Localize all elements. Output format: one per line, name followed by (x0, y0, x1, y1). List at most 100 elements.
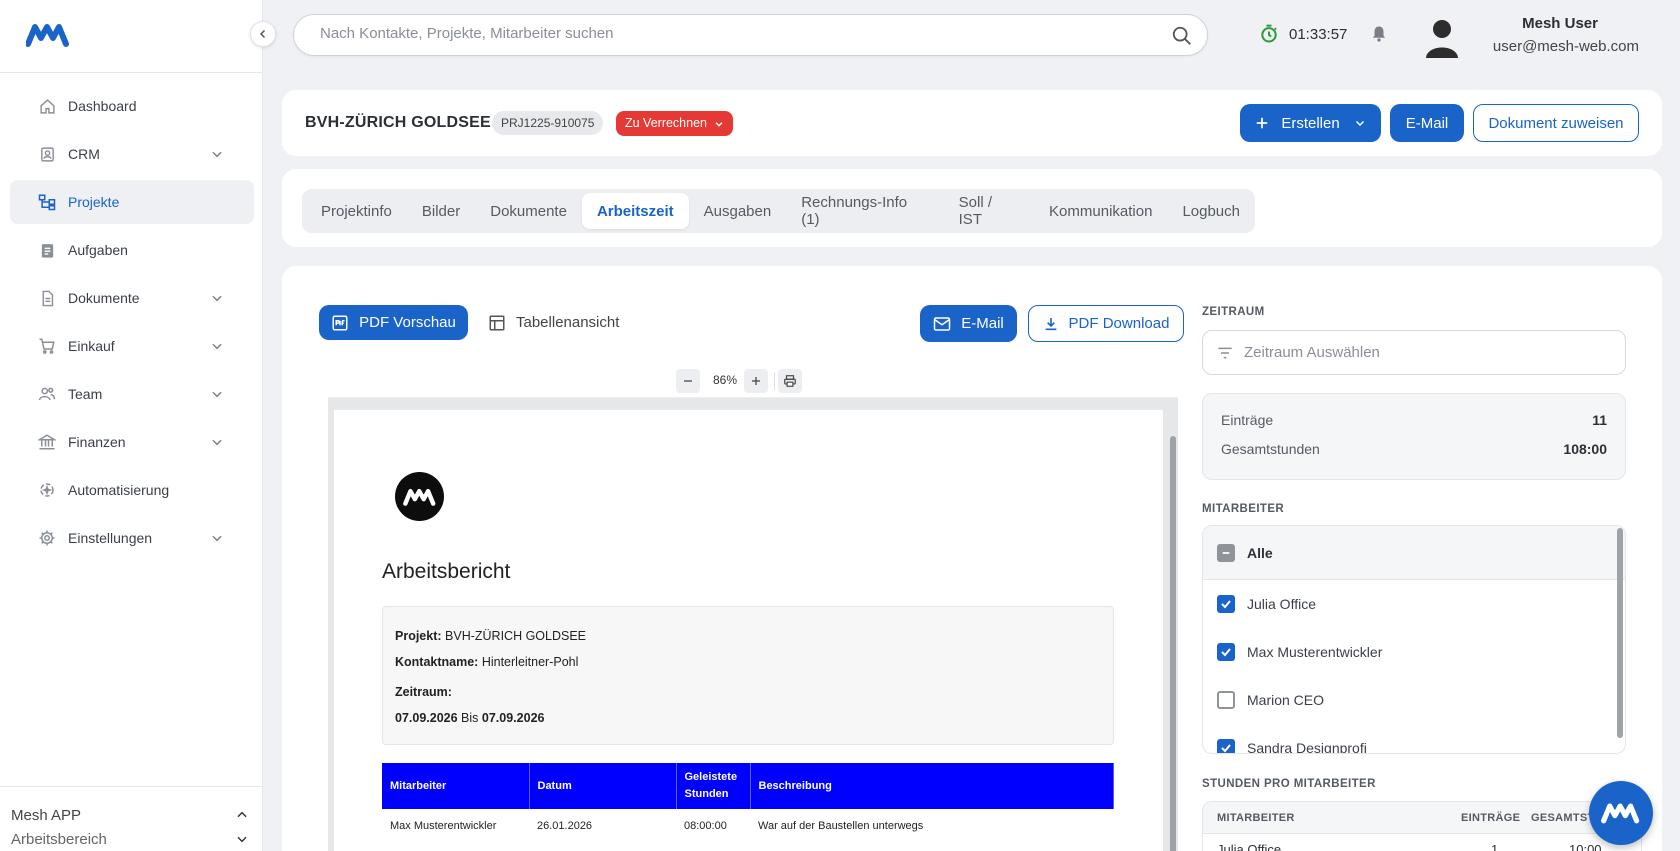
chevron-down-icon[interactable] (210, 531, 224, 545)
workspace-row[interactable]: Arbeitsbereich (11, 827, 263, 851)
table-row: Julia Office 1 10:00 (1203, 834, 1641, 851)
sidebar-item-dashboard[interactable]: Dashboard (10, 84, 254, 128)
create-button[interactable]: Erstellen (1240, 104, 1381, 142)
spm-col-mitarbeiter: MITARBEITER (1217, 811, 1295, 824)
sidebar-item-projekte[interactable]: Projekte (10, 180, 254, 224)
notification-bell-icon[interactable] (1370, 24, 1388, 44)
user-name[interactable]: Mesh User (1522, 15, 1598, 32)
chevron-down-icon[interactable] (210, 147, 224, 161)
hours-value: 108:00 (1563, 441, 1607, 457)
user-email[interactable]: user@mesh-web.com (1493, 38, 1639, 55)
tab-dokumente[interactable]: Dokumente (475, 193, 582, 229)
table-view-toggle[interactable]: Tabellenansicht (488, 305, 619, 340)
time-tracker[interactable]: 01:33:57 (1259, 24, 1347, 44)
sidebar-item-label: Team (68, 386, 103, 402)
tab-rechnungs-info[interactable]: Rechnungs-Info (1) (786, 193, 943, 229)
sidebar-item-label: CRM (68, 146, 100, 162)
table-row: Max Musterentwickler 26.01.2026 08:00:00… (382, 809, 1114, 843)
mitarbeiter-label: MITARBEITER (1202, 503, 1285, 515)
chevron-down-icon[interactable] (210, 291, 224, 305)
home-icon (38, 97, 56, 115)
tab-projektinfo[interactable]: Projektinfo (306, 193, 407, 229)
report-table-header: Mitarbeiter Datum Geleistete Stunden Bes… (382, 763, 1114, 809)
mesh-logo[interactable] (26, 20, 70, 50)
period-label: Zeitraum: (395, 685, 452, 699)
tab-bilder[interactable]: Bilder (407, 193, 475, 229)
project-status-dropdown[interactable]: Zu Verrechnen (616, 111, 733, 136)
project-tabs: Projektinfo Bilder Dokumente Arbeitszeit… (302, 189, 1255, 233)
email-button[interactable]: E-Mail (1390, 104, 1464, 142)
search-input[interactable] (320, 25, 1140, 42)
user-avatar[interactable] (1424, 16, 1460, 58)
employee-list-scrollbar[interactable] (1617, 528, 1623, 738)
chevron-down-icon (715, 121, 723, 127)
sidebar-item-einstellungen[interactable]: Einstellungen (10, 516, 254, 560)
sidebar-divider (0, 72, 263, 73)
workspace-switcher[interactable]: Mesh APP Arbeitsbereich (0, 786, 263, 851)
zeitraum-picker[interactable] (1202, 330, 1626, 375)
pdf-download-button[interactable]: PDF Download (1028, 305, 1184, 342)
search-icon[interactable] (1171, 25, 1193, 47)
project-icon (38, 193, 56, 211)
contact-value: Hinterleitner-Pohl (481, 655, 579, 669)
sidebar-item-einkauf[interactable]: Einkauf (10, 324, 254, 368)
zoom-in-button[interactable] (744, 369, 768, 393)
print-button[interactable] (778, 369, 802, 393)
printer-icon (784, 375, 796, 387)
list-item[interactable]: Max Musterentwickler (1203, 628, 1625, 676)
automation-icon (38, 481, 56, 499)
sidebar-collapse-button[interactable] (250, 21, 276, 47)
employee-name: Julia Office (1247, 596, 1316, 612)
pdf-preview-toggle[interactable]: PDF Vorschau (319, 305, 468, 340)
sidebar-item-crm[interactable]: CRM (10, 132, 254, 176)
download-icon (1045, 317, 1056, 330)
hours-label: Gesamtstunden (1221, 441, 1320, 457)
tab-ausgaben[interactable]: Ausgaben (689, 193, 787, 229)
toolbar-divider (774, 372, 775, 390)
app-switcher[interactable]: Mesh APP (11, 803, 263, 827)
checkbox-checked[interactable] (1217, 739, 1235, 753)
list-item[interactable]: Sandra Designprofi (1203, 724, 1625, 753)
select-all-employees[interactable]: Alle (1203, 526, 1625, 580)
chevron-down-icon[interactable] (210, 435, 224, 449)
pdf-stage: Arbeitsbericht Projekt: BVH-ZÜRICH GOLDS… (328, 398, 1178, 851)
spm-cell-name: Julia Office (1217, 842, 1282, 851)
mesh-assistant-button[interactable] (1589, 781, 1653, 845)
checkbox-checked[interactable] (1217, 643, 1235, 661)
mesh-logo-mark (402, 488, 435, 506)
tab-logbuch[interactable]: Logbuch (1167, 193, 1255, 229)
checkbox-checked[interactable] (1217, 595, 1235, 613)
chevron-down-icon[interactable] (210, 339, 224, 353)
sidebar-item-dokumente[interactable]: Dokumente (10, 276, 254, 320)
spm-label: STUNDEN PRO MITARBEITER (1202, 778, 1376, 790)
col-mitarbeiter: Mitarbeiter (382, 763, 530, 809)
employee-filter-list: Alle Julia Office Max Musterentwickler M… (1202, 525, 1626, 754)
tab-arbeitszeit[interactable]: Arbeitszeit (581, 193, 689, 229)
tab-soll-ist[interactable]: Soll / IST (944, 193, 1034, 229)
zoom-out-button[interactable] (676, 369, 700, 393)
sidebar-item-aufgaben[interactable]: Aufgaben (10, 228, 254, 272)
list-item[interactable]: Marion CEO (1203, 676, 1625, 724)
indeterminate-checkbox[interactable] (1217, 543, 1235, 562)
tab-kommunikation[interactable]: Kommunikation (1034, 193, 1167, 229)
pdf-scrollbar[interactable] (1170, 436, 1176, 851)
zeitraum-input[interactable] (1244, 344, 1604, 361)
sidebar-item-label: Automatisierung (68, 482, 170, 498)
sidebar-item-finanzen[interactable]: Finanzen (10, 420, 254, 464)
status-label: Zu Verrechnen (625, 116, 707, 130)
report-title: Arbeitsbericht (382, 560, 511, 583)
plus-icon (1257, 117, 1268, 129)
sidebar-item-label: Dashboard (68, 98, 137, 114)
team-icon (38, 385, 56, 403)
assign-document-button[interactable]: Dokument zuweisen (1473, 104, 1639, 142)
document-icon (38, 289, 56, 307)
list-item[interactable]: Julia Office (1203, 580, 1625, 628)
chevron-down-icon[interactable] (210, 387, 224, 401)
arbeitszeit-panel: PDF Vorschau Tabellenansicht E-Mail PDF … (282, 266, 1662, 851)
global-search[interactable] (293, 14, 1208, 56)
send-email-button[interactable]: E-Mail (920, 305, 1017, 342)
checkbox-unchecked[interactable] (1217, 691, 1235, 709)
sidebar-item-team[interactable]: Team (10, 372, 254, 416)
sidebar-item-label: Dokumente (68, 290, 140, 306)
sidebar-item-automatisierung[interactable]: Automatisierung (10, 468, 254, 512)
